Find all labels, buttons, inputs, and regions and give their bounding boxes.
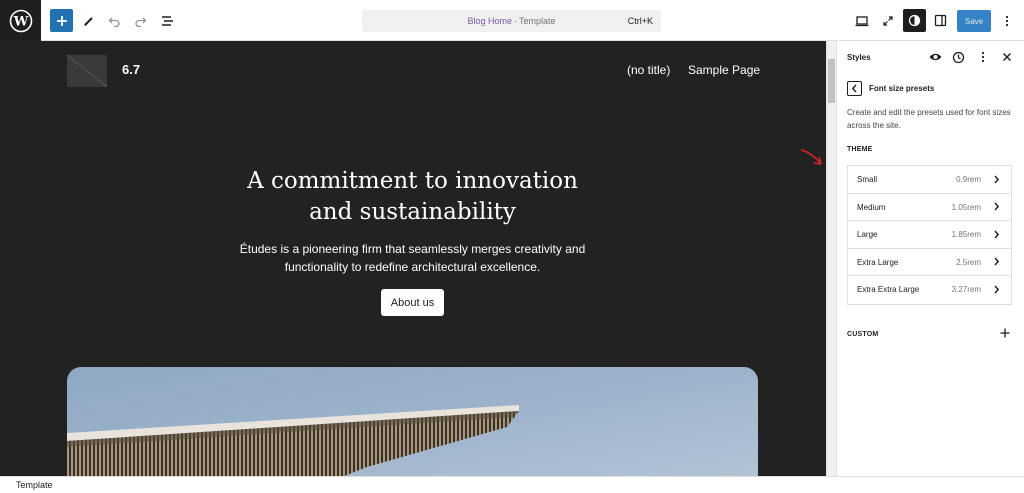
chevron-left-icon xyxy=(851,84,857,93)
wordpress-logo-button[interactable]: W xyxy=(0,0,41,41)
custom-section-label: CUSTOM xyxy=(847,331,879,338)
eye-icon xyxy=(929,53,941,61)
close-icon xyxy=(1003,53,1011,61)
preset-size: 1.05rem xyxy=(951,202,981,212)
nav-link-no-title[interactable]: (no title) xyxy=(627,63,670,77)
redo-icon xyxy=(135,17,147,27)
chevron-right-icon xyxy=(990,227,1002,241)
list-view-icon xyxy=(162,15,173,26)
svg-text:W: W xyxy=(12,14,28,29)
preset-name: Extra Extra Large xyxy=(857,285,920,294)
editor-canvas[interactable]: 6.7 (no title) Sample Page A commitment … xyxy=(0,41,826,476)
styles-more-button[interactable] xyxy=(976,50,990,64)
preset-name: Medium xyxy=(857,202,886,212)
history-icon xyxy=(952,51,964,63)
hero-heading[interactable]: A commitment to innovation and sustainab… xyxy=(200,166,625,228)
preset-row-extra-extra-large[interactable]: Extra Extra Large 3.27rem xyxy=(848,276,1011,304)
preset-row-extra-large[interactable]: Extra Large 2.5rem xyxy=(848,249,1011,276)
theme-section-label: THEME xyxy=(847,146,873,153)
styles-toggle-button[interactable] xyxy=(903,9,926,32)
open-in-new-tab-button[interactable] xyxy=(876,9,899,32)
preset-size: 3.27rem xyxy=(951,285,981,294)
undo-icon xyxy=(108,17,120,27)
placeholder-icon xyxy=(67,55,107,87)
block-breadcrumb-bar: Template xyxy=(0,476,1024,493)
about-us-button[interactable]: About us xyxy=(381,289,444,316)
plus-icon xyxy=(1000,328,1010,338)
chevron-right-icon xyxy=(990,282,1002,296)
command-shortcut: Ctrl+K xyxy=(627,16,653,26)
more-vertical-icon xyxy=(1005,15,1008,26)
add-custom-preset-button[interactable] xyxy=(998,326,1012,340)
preset-size: 2.5rem xyxy=(956,257,981,267)
preset-row-large[interactable]: Large 1.85rem xyxy=(848,221,1011,249)
building-photo xyxy=(67,405,519,476)
preset-row-medium[interactable]: Medium 1.05rem xyxy=(848,194,1011,221)
document-title: Blog Home xyxy=(467,16,512,26)
close-sidebar-button[interactable] xyxy=(1000,50,1014,64)
redo-button[interactable] xyxy=(129,9,152,32)
document-title-separator: · xyxy=(514,16,517,26)
chevron-right-icon xyxy=(990,200,1002,214)
preset-name: Small xyxy=(857,175,878,184)
chevron-right-icon xyxy=(990,172,1002,186)
external-expand-icon xyxy=(882,15,893,26)
hero-heading-line-1: A commitment to innovation xyxy=(247,168,578,194)
document-type: Template xyxy=(519,16,556,26)
block-inserter-button[interactable] xyxy=(50,9,73,32)
sidebar-icon xyxy=(934,14,947,27)
undo-button[interactable] xyxy=(103,9,126,32)
device-preview-button[interactable] xyxy=(850,9,873,32)
panel-title: Font size presets xyxy=(869,84,935,93)
command-palette-bar[interactable]: Blog Home · Template Ctrl+K xyxy=(362,10,661,32)
breadcrumb-template[interactable]: Template xyxy=(16,480,53,490)
preset-size: 0.9rem xyxy=(956,175,981,184)
site-title[interactable]: 6.7 xyxy=(122,62,140,77)
styles-sidebar: Styles Font size presets Create and edit… xyxy=(836,41,1024,476)
plus-icon xyxy=(56,15,67,26)
more-vertical-icon xyxy=(981,51,985,63)
contrast-icon xyxy=(908,14,921,27)
font-size-presets-list: Small 0.9rem Medium 1.05rem Large 1.85re… xyxy=(847,165,1012,305)
pencil-icon xyxy=(83,16,93,26)
back-button[interactable] xyxy=(847,81,862,96)
sidebar-title: Styles xyxy=(847,53,871,62)
tools-button[interactable] xyxy=(77,9,100,32)
panel-description: Create and edit the presets used for fon… xyxy=(847,108,1011,130)
revisions-button[interactable] xyxy=(951,50,965,64)
preset-size: 1.85rem xyxy=(951,230,981,239)
hero-image[interactable] xyxy=(67,367,758,476)
editor-header: W Blog Home · Template Ctrl+K Save xyxy=(0,0,1024,41)
hero-paragraph[interactable]: Études is a pioneering firm that seamles… xyxy=(220,240,605,276)
nav-link-sample-page[interactable]: Sample Page xyxy=(688,63,760,77)
options-menu-button[interactable] xyxy=(995,9,1018,32)
scrollbar-thumb[interactable] xyxy=(828,59,835,103)
preset-name: Large xyxy=(857,230,878,239)
style-book-button[interactable] xyxy=(928,50,942,64)
preset-name: Extra Large xyxy=(857,257,899,267)
settings-sidebar-button[interactable] xyxy=(929,9,952,32)
hero-heading-line-2: and sustainability xyxy=(309,199,516,225)
chevron-right-icon xyxy=(990,255,1002,269)
save-button[interactable]: Save xyxy=(957,10,991,32)
desktop-icon xyxy=(855,15,868,26)
document-overview-button[interactable] xyxy=(156,9,179,32)
canvas-scrollbar[interactable] xyxy=(826,41,836,476)
preset-row-small[interactable]: Small 0.9rem xyxy=(848,166,1011,194)
site-logo-placeholder[interactable] xyxy=(67,55,107,87)
wordpress-icon: W xyxy=(9,9,32,32)
